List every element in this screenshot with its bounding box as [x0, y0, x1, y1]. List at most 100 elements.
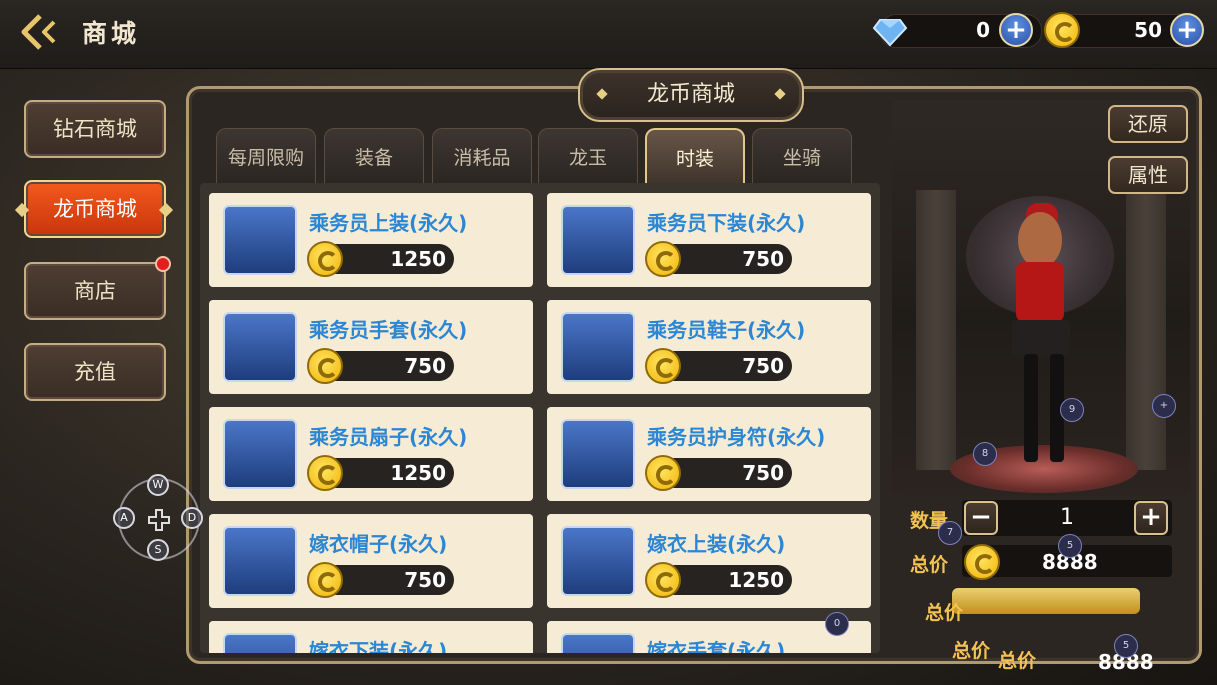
wedding-glove-icon — [561, 633, 635, 653]
debug-marker: 7 — [938, 521, 962, 545]
outfit-top-icon — [223, 205, 297, 275]
pillar-right — [1126, 190, 1166, 470]
overlay-total-label: 总价 — [925, 602, 964, 624]
outfit-bottom-icon — [561, 205, 635, 275]
panel-title: 龙币商城 — [578, 68, 804, 122]
tab-weekly-limited[interactable]: 每周限购 — [216, 128, 316, 184]
tab-consumables[interactable]: 消耗品 — [432, 128, 532, 184]
character-leg — [1024, 354, 1038, 462]
item-name: 嫁衣上装(永久) — [647, 532, 786, 556]
item-name: 乘务员鞋子(永久) — [647, 318, 806, 342]
move-cross-icon — [148, 509, 170, 531]
quantity-value: 1 — [1060, 505, 1074, 530]
sidebar-item-recharge[interactable]: 充值 — [24, 343, 166, 401]
debug-marker: 9 — [1060, 398, 1084, 422]
attributes-button[interactable]: 属性 — [1108, 156, 1188, 194]
total-label: 总价 — [910, 554, 949, 576]
list-item[interactable]: 嫁衣帽子(永久) 750 — [209, 514, 533, 608]
price-bar: 1250 — [307, 455, 454, 491]
item-name: 嫁衣帽子(永久) — [309, 532, 448, 556]
item-price: 750 — [742, 354, 784, 378]
sidebar-item-store[interactable]: 商店 — [24, 262, 166, 320]
buy-button[interactable] — [952, 588, 1140, 614]
diamond-icon — [872, 19, 908, 47]
character-skirt — [1012, 320, 1070, 356]
add-diamond-button[interactable]: + — [999, 13, 1033, 47]
coin-icon — [645, 455, 681, 491]
glove-icon — [223, 312, 297, 382]
item-price: 750 — [404, 354, 446, 378]
sidebar-item-diamond-shop[interactable]: 钻石商城 — [24, 100, 166, 158]
tab-dragon-jade[interactable]: 龙玉 — [538, 128, 638, 184]
key-a[interactable]: A — [113, 507, 135, 529]
price-bar: 1250 — [645, 562, 792, 598]
list-item[interactable]: 乘务员扇子(永久) 1250 — [209, 407, 533, 501]
price-bar: 1250 — [307, 241, 454, 277]
item-price: 750 — [742, 461, 784, 485]
fan-icon — [223, 419, 297, 489]
item-price: 750 — [404, 568, 446, 592]
coin-icon — [645, 562, 681, 598]
wedding-bottom-icon — [223, 633, 297, 653]
price-bar: 750 — [645, 348, 792, 384]
item-name: 乘务员手套(永久) — [309, 318, 468, 342]
item-name: 乘务员扇子(永久) — [309, 425, 468, 449]
page-title: 商城 — [82, 19, 141, 48]
tab-fashion[interactable]: 时装 — [645, 128, 745, 184]
list-item[interactable]: 乘务员鞋子(永久) 750 — [547, 300, 871, 394]
sidebar-item-coin-shop[interactable]: 龙币商城 — [24, 180, 166, 238]
restore-button[interactable]: 还原 — [1108, 105, 1188, 143]
list-item[interactable]: 嫁衣手套(永久) — [547, 621, 871, 653]
tab-equipment[interactable]: 装备 — [324, 128, 424, 184]
key-w[interactable]: W — [147, 474, 169, 496]
hat-icon — [223, 526, 297, 596]
wedding-top-icon — [561, 526, 635, 596]
add-coin-button[interactable]: + — [1170, 13, 1204, 47]
list-item[interactable]: 乘务员护身符(永久) 750 — [547, 407, 871, 501]
price-bar: 750 — [645, 241, 792, 277]
overlay-total-label: 总价 — [998, 650, 1037, 672]
back-arrow-icon[interactable] — [18, 12, 62, 52]
coin-icon — [964, 544, 1000, 580]
coin-icon — [645, 348, 681, 384]
list-item[interactable]: 乘务员手套(永久) 750 — [209, 300, 533, 394]
increase-quantity-button[interactable]: + — [1134, 501, 1168, 535]
pillar-left — [916, 190, 956, 470]
character-body — [1016, 262, 1064, 322]
list-item[interactable]: 嫁衣上装(永久) 1250 — [547, 514, 871, 608]
amulet-icon — [561, 419, 635, 489]
coin-icon — [1044, 12, 1080, 48]
coin-icon — [307, 455, 343, 491]
debug-marker: 5 — [1114, 634, 1138, 658]
debug-marker: 0 — [825, 612, 849, 636]
panel-title-text: 龙币商城 — [646, 82, 735, 107]
list-item[interactable]: 嫁衣下装(永久) — [209, 621, 533, 653]
coin-icon — [307, 241, 343, 277]
list-item[interactable]: 乘务员上装(永久) 1250 — [209, 193, 533, 287]
list-item[interactable]: 乘务员下装(永久) 750 — [547, 193, 871, 287]
coin-amount: 50 — [1134, 18, 1162, 42]
price-bar: 750 — [645, 455, 792, 491]
item-price: 1250 — [390, 461, 446, 485]
item-price: 1250 — [390, 247, 446, 271]
decrease-quantity-button[interactable]: − — [964, 501, 998, 535]
coin-icon — [307, 348, 343, 384]
item-name: 乘务员下装(永久) — [647, 211, 806, 235]
notification-dot-icon — [155, 256, 171, 272]
overlay-total-label: 总价 — [952, 640, 991, 662]
debug-marker: 5 — [1058, 534, 1082, 558]
debug-marker: + — [1152, 394, 1176, 418]
price-bar: 750 — [307, 348, 454, 384]
key-s[interactable]: S — [147, 539, 169, 561]
debug-marker: 8 — [973, 442, 997, 466]
item-list[interactable]: 乘务员上装(永久) 1250 乘务员下装(永久) 750 乘务员手套(永久) 7… — [200, 183, 880, 653]
character-head — [1018, 212, 1062, 268]
shoes-icon — [561, 312, 635, 382]
key-d[interactable]: D — [181, 507, 203, 529]
item-name: 嫁衣下装(永久) — [309, 639, 448, 653]
diamond-amount: 0 — [976, 18, 990, 42]
item-name: 嫁衣手套(永久) — [647, 639, 786, 653]
tab-mounts[interactable]: 坐骑 — [752, 128, 852, 184]
item-name: 乘务员护身符(永久) — [647, 425, 826, 449]
item-price: 1250 — [728, 568, 784, 592]
